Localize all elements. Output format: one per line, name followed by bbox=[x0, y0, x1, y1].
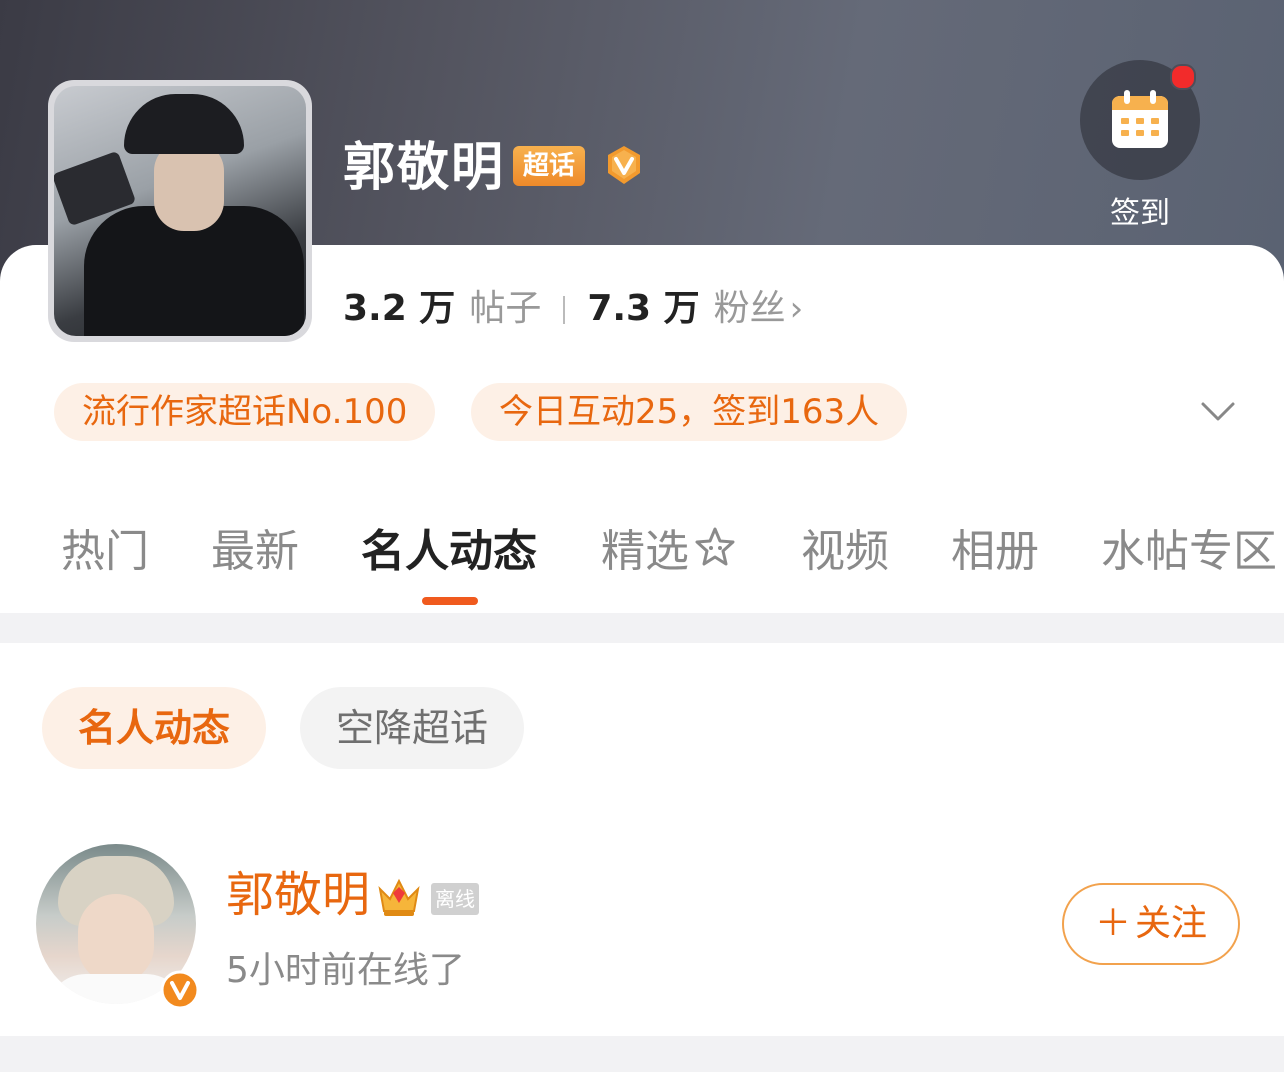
today-activity-pill[interactable]: 今日互动25，签到163人 bbox=[471, 383, 908, 441]
subfilter-airdrop-topics[interactable]: 空降超话 bbox=[300, 687, 525, 769]
cover-photo bbox=[54, 86, 306, 336]
celebrity-name[interactable]: 郭敬明 bbox=[226, 865, 370, 925]
tab-latest[interactable]: 最新 bbox=[211, 520, 299, 584]
star-badge-icon bbox=[695, 527, 735, 566]
tab-featured-label: 精选 bbox=[601, 526, 689, 577]
active-tab-indicator bbox=[422, 597, 478, 605]
follow-button[interactable]: ＋关注 bbox=[1062, 883, 1240, 965]
posts-label: 帖子 bbox=[469, 288, 542, 329]
topic-stats: 3.2 万帖子 7.3 万粉丝 › bbox=[343, 286, 803, 332]
tab-featured[interactable]: 精选 bbox=[601, 520, 739, 584]
verified-v-icon bbox=[608, 146, 640, 184]
subfilter-celebrity-updates[interactable]: 名人动态 bbox=[42, 687, 267, 769]
plus-icon: ＋ bbox=[1094, 903, 1131, 944]
tab-video[interactable]: 视频 bbox=[801, 520, 889, 584]
topic-cover-image[interactable] bbox=[48, 80, 312, 342]
posts-count: 3.2 万 bbox=[343, 288, 456, 329]
tab-bar: 热门 最新 名人动态 精选 视频 相册 水帖专区 bbox=[0, 520, 1284, 590]
offline-status-badge: 离线 bbox=[431, 883, 479, 915]
chevron-right-icon[interactable]: › bbox=[790, 289, 804, 329]
stats-divider bbox=[563, 296, 566, 324]
calendar-icon bbox=[1112, 90, 1168, 148]
follow-label: 关注 bbox=[1135, 903, 1208, 944]
fans-count[interactable]: 7.3 万 bbox=[587, 288, 699, 329]
tab-celebrity-updates[interactable]: 名人动态 bbox=[361, 520, 537, 584]
rank-pill[interactable]: 流行作家超话No.100 bbox=[54, 383, 436, 441]
crown-icon bbox=[378, 878, 420, 916]
verified-v-icon bbox=[160, 970, 200, 1010]
signin-label: 签到 bbox=[1110, 196, 1170, 231]
tab-album[interactable]: 相册 bbox=[951, 520, 1039, 584]
last-online-text: 5小时前在线了 bbox=[226, 950, 465, 991]
tab-hot[interactable]: 热门 bbox=[61, 520, 149, 584]
fans-label[interactable]: 粉丝 bbox=[714, 288, 786, 329]
notification-dot bbox=[1170, 64, 1196, 90]
tab-water-posts[interactable]: 水帖专区 bbox=[1101, 520, 1277, 584]
chevron-down-icon[interactable] bbox=[1200, 398, 1236, 426]
super-topic-badge: 超话 bbox=[513, 146, 586, 186]
topic-title: 郭敬明 bbox=[343, 138, 506, 198]
